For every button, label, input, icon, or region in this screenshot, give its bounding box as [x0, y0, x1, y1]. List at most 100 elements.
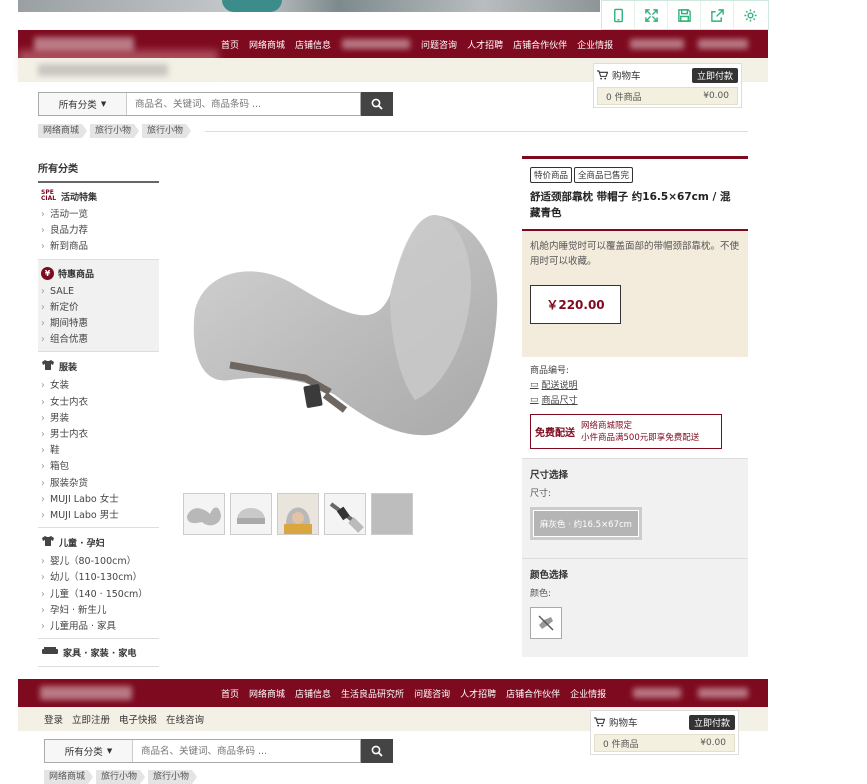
- special-icon: SPE CIAL: [41, 189, 57, 202]
- sidebar-item[interactable]: 孕妇 · 新生儿: [38, 603, 159, 619]
- speech-bubble-icon: ▭: [530, 379, 539, 390]
- search-input[interactable]: [127, 93, 360, 115]
- product-thumbnail[interactable]: [371, 493, 413, 535]
- sidebar-item[interactable]: 期间特惠: [38, 316, 159, 332]
- sidebar-item[interactable]: MUJI Labo 女士: [38, 492, 159, 508]
- color-label: 颜色:: [530, 589, 552, 599]
- nav-item-5[interactable]: 店铺合作伙伴: [513, 38, 567, 51]
- sidebar-item[interactable]: 婴儿（80-100cm）: [38, 554, 159, 570]
- product-tag: 特价商品: [530, 167, 573, 183]
- cart-icon: [597, 70, 608, 80]
- sidebar-item[interactable]: 鞋: [38, 443, 159, 459]
- footer-logo[interactable]: [40, 686, 132, 700]
- sidebar-item[interactable]: 儿童（140 · 150cm）: [38, 587, 159, 603]
- sidebar-item[interactable]: 幼儿（110-130cm）: [38, 570, 159, 586]
- sidebar-section: 服装女装女士内衣男装男士内衣鞋箱包服装杂货MUJI Labo 女士MUJI La…: [38, 352, 159, 529]
- phone-icon[interactable]: [602, 1, 635, 29]
- sidebar-section-label: 特惠商品: [58, 269, 95, 280]
- breadcrumb-item[interactable]: 网络商城: [44, 770, 93, 784]
- sidebar-section-title[interactable]: ¥ 特惠商品: [41, 266, 159, 280]
- product-price: ￥220.00: [530, 285, 621, 324]
- nav-item-6[interactable]: 企业情报: [577, 38, 613, 51]
- footer-nav-hidden-2[interactable]: [698, 688, 748, 698]
- footer-nav-item-7[interactable]: 企业情报: [570, 687, 606, 700]
- footer-nav-item-3[interactable]: 生活良品研究所: [341, 687, 404, 700]
- search-button-2[interactable]: [361, 739, 393, 763]
- sidebar-section-title[interactable]: 儿童 · 孕妇: [41, 535, 159, 550]
- cart-title-2[interactable]: 购物车: [594, 715, 638, 729]
- search-category-label-2: 所有分类: [64, 747, 103, 758]
- sidebar-item[interactable]: 服装杂货: [38, 476, 159, 492]
- product-size-link[interactable]: ▭ 商品尺寸: [530, 393, 740, 407]
- product-main-image[interactable]: [185, 200, 505, 450]
- sidebar-item[interactable]: 女装: [38, 378, 159, 394]
- free-shipping-line1: 网络商城限定: [581, 420, 633, 431]
- footer-nav-hidden[interactable]: [633, 688, 681, 698]
- cart-title[interactable]: 购物车: [597, 68, 641, 82]
- sidebar-item[interactable]: MUJI Labo 男士: [38, 508, 159, 524]
- size-option-button[interactable]: 麻灰色 · 约16.5×67cm: [530, 507, 642, 540]
- nav-item-hidden[interactable]: [342, 39, 410, 49]
- sidebar-item[interactable]: 箱包: [38, 459, 159, 475]
- nav-item-hidden-3[interactable]: [698, 39, 748, 49]
- product-thumbnail[interactable]: [324, 493, 366, 535]
- sub-link-2[interactable]: 电子快报: [119, 712, 157, 726]
- sub-link-1[interactable]: 立即注册: [72, 712, 110, 726]
- settings-icon[interactable]: [734, 1, 767, 29]
- cart-count-2: 0 件商品: [603, 739, 639, 750]
- product-thumbnail[interactable]: [183, 493, 225, 535]
- search-category-select[interactable]: 所有分类 ▼: [39, 93, 127, 115]
- product-thumbnail[interactable]: [277, 493, 319, 535]
- sidebar-section-title[interactable]: 服装: [41, 359, 159, 374]
- sidebar-section-title[interactable]: 家具 · 家装 · 家电: [41, 646, 159, 659]
- sidebar-item[interactable]: 女士内衣: [38, 395, 159, 411]
- sub-links-hidden[interactable]: [38, 64, 168, 76]
- sidebar-item[interactable]: 儿童用品 · 家具: [38, 619, 159, 635]
- nav-item-2[interactable]: 店铺信息: [295, 38, 331, 51]
- shipping-info-link[interactable]: ▭ 配送说明: [530, 378, 740, 392]
- search-input-2[interactable]: [133, 740, 360, 762]
- sidebar-section-title[interactable]: SPE CIAL 活动特集: [41, 189, 159, 204]
- sidebar-item[interactable]: 男士内衣: [38, 427, 159, 443]
- breadcrumb-item[interactable]: 网络商城: [38, 124, 87, 138]
- nav-item-0[interactable]: 首页: [221, 38, 239, 51]
- breadcrumb-item[interactable]: 旅行小物: [142, 124, 191, 138]
- nav-item-hidden-2[interactable]: [630, 39, 684, 49]
- breadcrumb-item[interactable]: 旅行小物: [148, 770, 197, 784]
- footer-nav-item-1[interactable]: 网络商城: [249, 687, 285, 700]
- save-icon[interactable]: [668, 1, 701, 29]
- sub-link-0[interactable]: 登录: [44, 712, 63, 726]
- search-bar-2: 所有分类 ▼: [44, 739, 361, 763]
- caret-down-icon: ▼: [100, 100, 107, 108]
- breadcrumb-item[interactable]: 旅行小物: [96, 770, 145, 784]
- expand-icon[interactable]: [635, 1, 668, 29]
- sidebar-item[interactable]: 新定价: [38, 300, 159, 316]
- nav-item-3[interactable]: 问题咨询: [421, 38, 457, 51]
- sub-link-3[interactable]: 在线咨询: [166, 712, 204, 726]
- checkout-button-2[interactable]: 立即付款: [688, 714, 735, 730]
- footer-nav-item-2[interactable]: 店铺信息: [295, 687, 331, 700]
- sidebar-item[interactable]: 活动一览: [38, 207, 159, 223]
- color-swatch-button[interactable]: [530, 607, 562, 639]
- sidebar-item[interactable]: SALE: [38, 284, 159, 300]
- footer-nav-item-5[interactable]: 人才招聘: [460, 687, 496, 700]
- product-tag: 全商品已售完: [574, 167, 634, 183]
- search-button[interactable]: [361, 92, 393, 116]
- logo[interactable]: [34, 37, 134, 51]
- sidebar-item[interactable]: 组合优惠: [38, 332, 159, 348]
- shipping-info-label: 配送说明: [541, 381, 578, 391]
- product-thumbnail[interactable]: [230, 493, 272, 535]
- nav-item-4[interactable]: 人才招聘: [467, 38, 503, 51]
- sidebar-item[interactable]: 良品力荐: [38, 223, 159, 239]
- share-icon[interactable]: [701, 1, 734, 29]
- nav-item-1[interactable]: 网络商城: [249, 38, 285, 51]
- sidebar-item[interactable]: 新到商品: [38, 239, 159, 255]
- breadcrumb-item[interactable]: 旅行小物: [90, 124, 139, 138]
- checkout-button[interactable]: 立即付款: [691, 67, 738, 83]
- sidebar-item[interactable]: 男装: [38, 411, 159, 427]
- footer-nav-item-4[interactable]: 问题咨询: [414, 687, 450, 700]
- search-category-select-2[interactable]: 所有分类 ▼: [45, 740, 133, 762]
- sidebar-section-label: 家具 · 家装 · 家电: [63, 649, 137, 660]
- footer-nav-item-0[interactable]: 首页: [221, 687, 239, 700]
- footer-nav-item-6[interactable]: 店铺合作伙伴: [506, 687, 560, 700]
